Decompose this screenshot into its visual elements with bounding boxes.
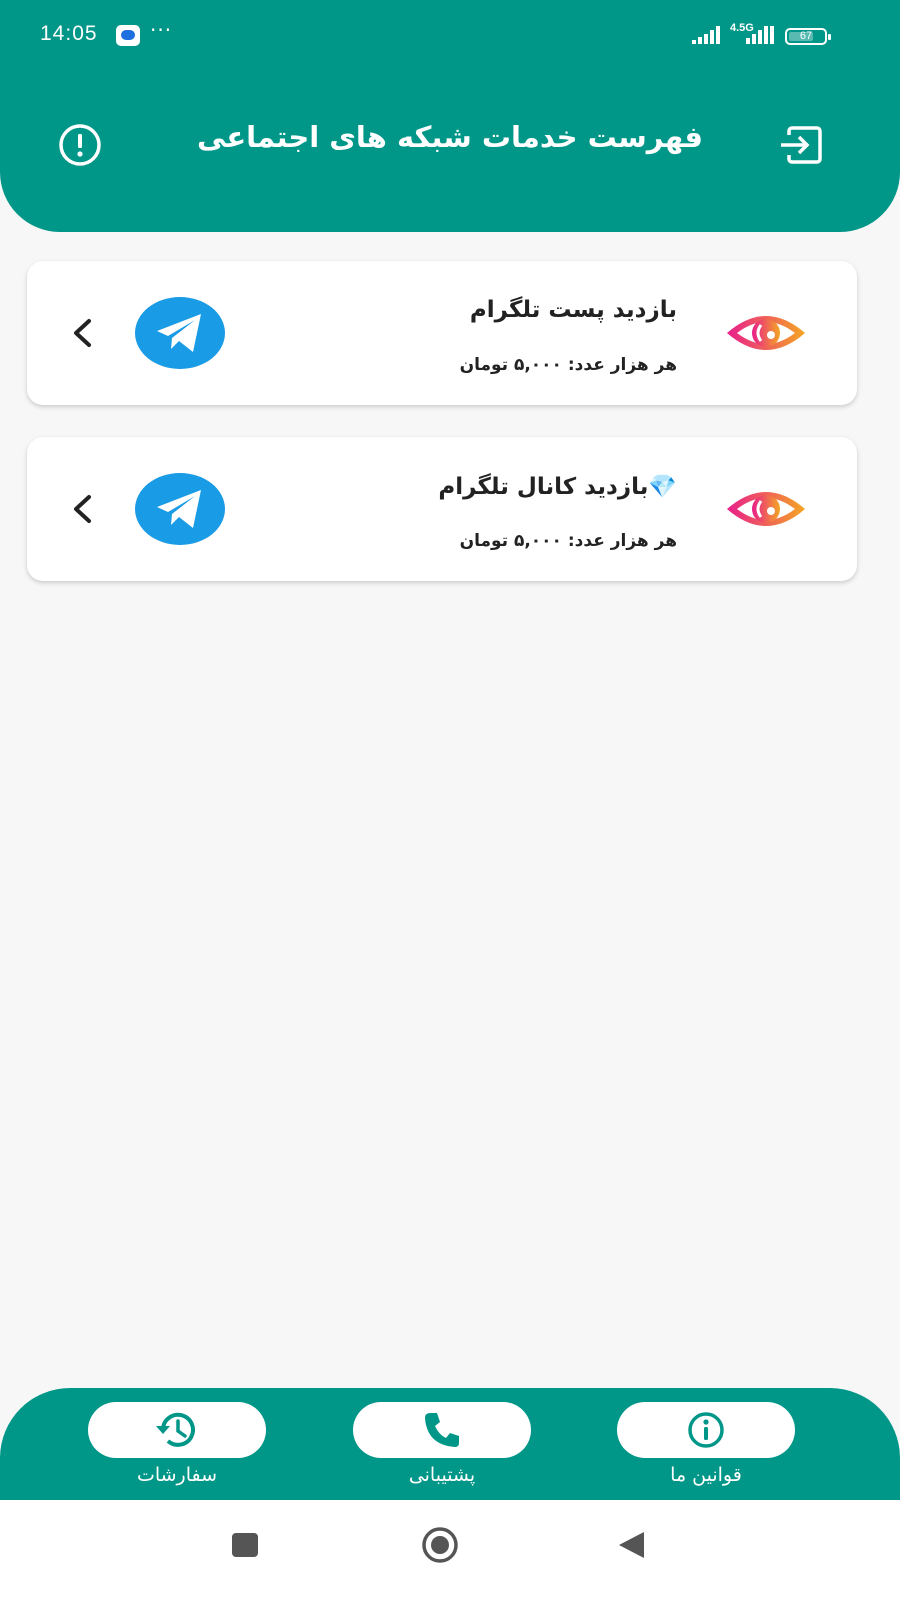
eye-icon: [725, 307, 807, 359]
more-notifications-icon: ···: [150, 18, 173, 42]
home-button[interactable]: [415, 1520, 465, 1570]
phone-icon[interactable]: [353, 1402, 531, 1458]
service-card[interactable]: 💎بازدید کانال تلگرام هر هزار عدد: ۵,۰۰۰ …: [27, 437, 857, 581]
signal-strength-icon-2: [742, 24, 776, 46]
nav-support-label: پشتیبانی: [408, 1464, 476, 1486]
service-title: 💎بازدید کانال تلگرام: [438, 474, 677, 500]
nav-orders[interactable]: سفارشات: [88, 1402, 266, 1492]
message-notification-icon: [116, 25, 140, 46]
status-time: 14:05: [40, 22, 98, 45]
bottom-navigation: سفارشات پشتیبانی قوانین ما: [0, 1388, 900, 1500]
back-button[interactable]: [606, 1520, 656, 1570]
nav-orders-label: سفارشات: [136, 1464, 218, 1486]
page-title: فهرست خدمات شبکه های اجتماعی: [197, 120, 703, 154]
telegram-icon: [135, 473, 225, 545]
battery-icon: 67: [785, 28, 831, 45]
service-price: هر هزار عدد: ۵,۰۰۰ تومان: [459, 531, 677, 551]
signal-strength-icon: [692, 24, 724, 46]
logout-icon[interactable]: [774, 118, 828, 172]
alert-circle-icon[interactable]: [53, 118, 107, 172]
chevron-left-icon[interactable]: [65, 489, 99, 529]
eye-icon: [725, 483, 807, 535]
service-price: هر هزار عدد: ۵,۰۰۰ تومان: [459, 355, 677, 375]
nav-rules[interactable]: قوانین ما: [617, 1402, 795, 1492]
system-navigation-bar: [0, 1500, 900, 1600]
app-header: 14:05 ··· 4.5G 67 فهرست خدمات شبکه های ا…: [0, 0, 900, 232]
telegram-icon: [135, 297, 225, 369]
service-title: بازدید پست تلگرام: [469, 297, 677, 323]
chevron-left-icon[interactable]: [65, 313, 99, 353]
status-bar: 14:05 ··· 4.5G 67: [0, 0, 900, 70]
nav-support[interactable]: پشتیبانی: [353, 1402, 531, 1492]
nav-rules-label: قوانین ما: [670, 1464, 742, 1486]
service-card[interactable]: بازدید پست تلگرام هر هزار عدد: ۵,۰۰۰ توم…: [27, 261, 857, 405]
history-icon[interactable]: [88, 1402, 266, 1458]
info-icon[interactable]: [617, 1402, 795, 1458]
battery-level: 67: [799, 30, 813, 42]
recent-apps-button[interactable]: [220, 1520, 270, 1570]
